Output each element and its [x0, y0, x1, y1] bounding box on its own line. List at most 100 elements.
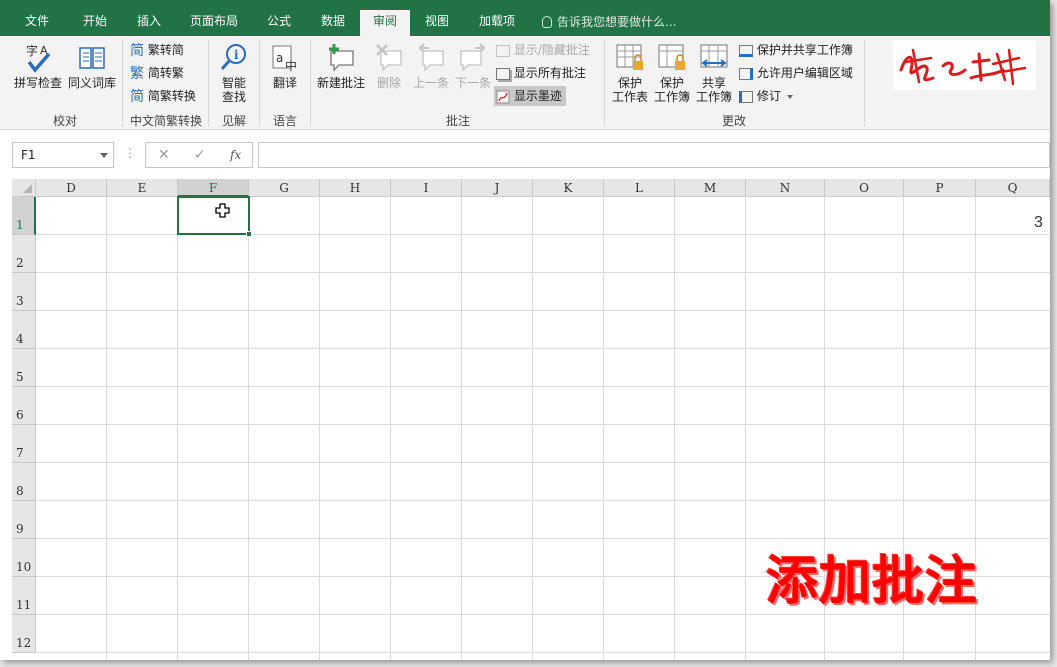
column-gridline: [248, 197, 249, 660]
group-divider: [310, 40, 311, 126]
row-header-11[interactable]: 11: [12, 577, 36, 615]
row-header-6[interactable]: 6: [12, 387, 36, 425]
formula-input[interactable]: [258, 142, 1050, 168]
svg-text:a: a: [276, 51, 283, 65]
chevron-down-icon: [786, 94, 793, 99]
column-header-q[interactable]: Q: [976, 179, 1050, 197]
new-comment-button[interactable]: 新建批注: [314, 42, 368, 90]
column-header-d[interactable]: D: [36, 179, 107, 197]
share-workbook-button[interactable]: 共享 工作簿: [694, 42, 734, 104]
formula-bar: F1 ⋮ ✕ ✓ fx: [0, 131, 1050, 179]
trad-to-simp-button[interactable]: 简 繁转简: [130, 40, 184, 60]
column-gridline: [745, 197, 746, 660]
next-comment-button[interactable]: 下一条: [452, 42, 494, 90]
row-header-12[interactable]: 12: [12, 615, 36, 653]
show-ink-button[interactable]: 显示墨迹: [494, 86, 566, 106]
formula-buttons: ✕ ✓ fx: [145, 142, 253, 168]
column-header-p[interactable]: P: [904, 179, 976, 197]
column-header-h[interactable]: H: [320, 179, 391, 197]
row-header-3[interactable]: 3: [12, 273, 36, 311]
convert-label: 简繁转换: [147, 89, 196, 103]
previous-comment-icon: [418, 43, 444, 72]
group-divider: [864, 40, 865, 126]
tab-view[interactable]: 视图: [414, 10, 460, 36]
worksheet-grid[interactable]: DEFGHIJKLMNOPQ 1 2 3 4 5 6 7 8 9 10 11 12 3 添加批注: [0, 179, 1050, 660]
column-header-l[interactable]: L: [604, 179, 675, 197]
show-hide-comment-button[interactable]: 显示/隐藏批注: [496, 40, 590, 60]
column-header-e[interactable]: E: [107, 179, 178, 197]
previous-comment-button[interactable]: 上一条: [410, 42, 452, 90]
tab-data[interactable]: 数据: [310, 10, 356, 36]
column-header-n[interactable]: N: [746, 179, 825, 197]
smart-lookup-button[interactable]: i 智能 查找: [212, 42, 256, 104]
insert-function-icon[interactable]: fx: [230, 148, 241, 162]
delete-comment-label: 删除: [376, 76, 401, 90]
column-gridline: [603, 197, 604, 660]
excel-window: 文件 开始 插入 页面布局 公式 数据 审阅 视图 加载项 告诉我您想要做什么.…: [0, 0, 1050, 660]
spelling-label: 拼写检查: [13, 76, 62, 90]
row-header-7[interactable]: 7: [12, 425, 36, 463]
previous-comment-label: 上一条: [412, 76, 449, 90]
thesaurus-button[interactable]: 同义词库: [66, 42, 118, 90]
ink-icon: [496, 90, 510, 103]
column-header-i[interactable]: I: [391, 179, 462, 197]
cell-cursor-icon: [215, 203, 230, 218]
chevron-down-icon[interactable]: [100, 153, 108, 158]
column-gridline: [106, 197, 107, 660]
track-changes-button[interactable]: 修订: [739, 86, 793, 106]
tab-home[interactable]: 开始: [72, 10, 118, 36]
row-header-4[interactable]: 4: [12, 311, 36, 349]
translate-button[interactable]: a 中 翻译: [264, 42, 306, 90]
thesaurus-label: 同义词库: [67, 76, 116, 90]
translate-icon: a 中: [272, 45, 297, 73]
column-header-g[interactable]: G: [249, 179, 320, 197]
tab-formulas[interactable]: 公式: [256, 10, 302, 36]
signature-image: [899, 48, 1027, 86]
simp-to-trad-button[interactable]: 繁 简转繁: [130, 63, 184, 83]
row-header-label: 3: [16, 294, 24, 308]
column-header-o[interactable]: O: [825, 179, 904, 197]
convert-icon: 简: [130, 88, 144, 105]
tell-me-box[interactable]: 告诉我您想要做什么...: [542, 13, 676, 30]
tab-review[interactable]: 审阅: [360, 10, 410, 36]
group-label-language: 语言: [272, 114, 297, 128]
row-header-1[interactable]: 1: [12, 197, 36, 235]
fill-handle[interactable]: [246, 231, 252, 237]
row-header-10[interactable]: 10: [12, 539, 36, 577]
delete-comment-button[interactable]: 删除: [370, 42, 408, 90]
row-header-label: 4: [16, 332, 24, 346]
protect-sheet-button[interactable]: 保护 工作表: [610, 42, 650, 104]
column-header-k[interactable]: K: [533, 179, 604, 197]
tab-page-layout[interactable]: 页面布局: [180, 10, 248, 36]
protect-sheet-icon: [616, 44, 643, 70]
row-header-8[interactable]: 8: [12, 463, 36, 501]
row-header-2[interactable]: 2: [12, 235, 36, 273]
allow-edit-ranges-button[interactable]: 允许用户编辑区域: [739, 63, 853, 83]
protect-share-workbook-button[interactable]: 保护并共享工作簿: [739, 40, 853, 60]
column-header-j[interactable]: J: [462, 179, 533, 197]
column-header-m[interactable]: M: [675, 179, 746, 197]
column-header-f[interactable]: F: [178, 179, 249, 197]
column-gridline: [532, 197, 533, 660]
protect-workbook-button[interactable]: 保护 工作簿: [652, 42, 692, 104]
ribbon-tab-bar: 文件 开始 插入 页面布局 公式 数据 审阅 视图 加载项 告诉我您想要做什么.…: [0, 0, 1050, 36]
row-header-label: 2: [16, 256, 24, 270]
cell-q1-value: 3: [1034, 214, 1043, 231]
column-gridline: [390, 197, 391, 660]
selected-cell[interactable]: [177, 196, 252, 237]
tab-insert[interactable]: 插入: [126, 10, 172, 36]
cancel-icon[interactable]: ✕: [158, 147, 170, 163]
row-header-9[interactable]: 9: [12, 501, 36, 539]
tab-file[interactable]: 文件: [14, 10, 60, 36]
show-all-comments-button[interactable]: 显示所有批注: [496, 63, 586, 83]
row-header-5[interactable]: 5: [12, 349, 36, 387]
select-all-button[interactable]: [12, 179, 36, 197]
tab-addins[interactable]: 加载项: [468, 10, 526, 36]
name-box[interactable]: F1: [12, 142, 114, 168]
spelling-button[interactable]: 字 A 拼写检查: [12, 42, 64, 90]
row-header-label: 8: [16, 484, 24, 498]
smart-lookup-icon: i: [220, 44, 246, 70]
enter-icon[interactable]: ✓: [194, 147, 206, 163]
convert-button[interactable]: 简 简繁转换: [130, 86, 196, 106]
formula-bar-resize-handle[interactable]: ⋮: [124, 146, 136, 160]
